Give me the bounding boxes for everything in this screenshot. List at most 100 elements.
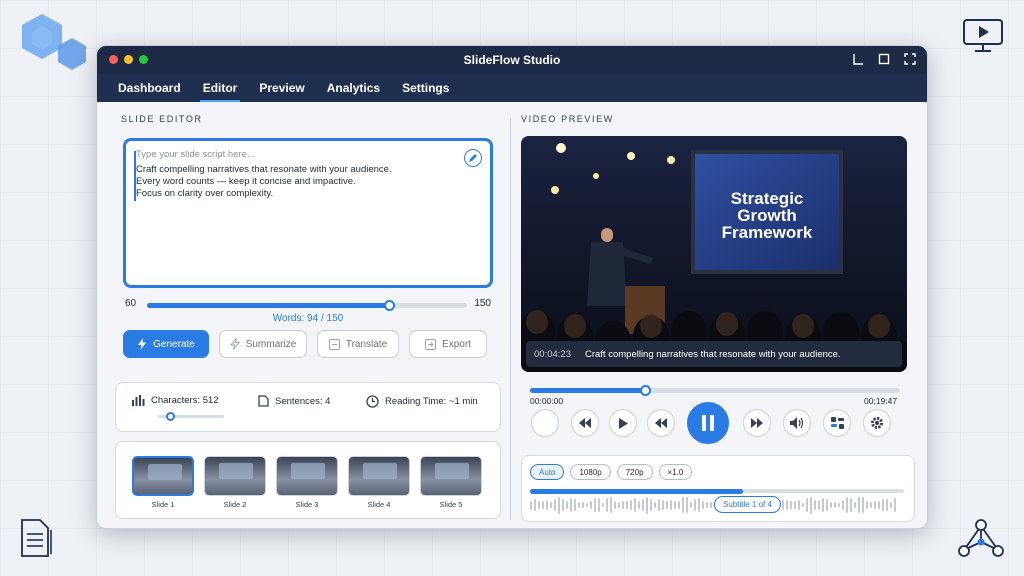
translate-button[interactable]: Translate bbox=[317, 330, 399, 358]
slider-track[interactable] bbox=[147, 300, 467, 311]
waveform-bar bbox=[602, 502, 604, 508]
waveform-bar bbox=[850, 498, 852, 512]
restore-icon[interactable] bbox=[877, 52, 891, 66]
editor-placeholder: Type your slide script here... bbox=[136, 149, 255, 160]
pause-icon[interactable] bbox=[687, 402, 729, 444]
lightning-icon bbox=[138, 338, 147, 350]
waveform-bar bbox=[870, 501, 872, 509]
minimize-icon[interactable] bbox=[851, 52, 865, 66]
main-menu: Dashboard Editor Preview Analytics Setti… bbox=[97, 74, 927, 102]
waveform-bar bbox=[698, 498, 700, 512]
waveform-bar bbox=[894, 498, 896, 512]
waveform-bar bbox=[706, 502, 708, 508]
progress-fill bbox=[530, 388, 645, 393]
summarize-button[interactable]: Summarize bbox=[219, 330, 307, 358]
title-bar: SlideFlow Studio bbox=[97, 46, 927, 74]
minimize-dot[interactable] bbox=[124, 55, 133, 64]
slide-thumbnail[interactable] bbox=[420, 456, 482, 496]
quality-panel: Auto 1080p 720p ×1.0 Subtitle 1 of 4 bbox=[521, 455, 915, 522]
editor-line: Craft compelling narratives that resonat… bbox=[136, 164, 392, 175]
waveform-bar bbox=[826, 499, 828, 511]
blank-button[interactable] bbox=[531, 409, 559, 437]
slider-fill bbox=[147, 303, 389, 308]
close-dot[interactable] bbox=[109, 55, 118, 64]
slide-label: Slide 4 bbox=[367, 500, 391, 509]
fullscreen-icon[interactable] bbox=[903, 52, 917, 66]
waveform-bar bbox=[866, 501, 868, 509]
slide-label: Slide 5 bbox=[439, 500, 463, 509]
tab-settings[interactable]: Settings bbox=[393, 74, 458, 102]
quality-chip-1080p[interactable]: 1080p bbox=[570, 464, 611, 480]
generate-button[interactable]: Generate bbox=[123, 330, 209, 358]
quality-chip-720p[interactable]: 720p bbox=[616, 464, 653, 480]
waveform-bar bbox=[886, 498, 888, 512]
text-caret bbox=[134, 151, 136, 201]
waveform-bar bbox=[626, 501, 628, 509]
speed-chip[interactable]: ×1.0 bbox=[658, 464, 693, 480]
slide-thumbnail[interactable] bbox=[276, 456, 338, 496]
layout-grid-icon[interactable] bbox=[823, 409, 851, 437]
waveform-bar bbox=[854, 502, 856, 508]
monitor-play-icon bbox=[963, 19, 1003, 52]
panel-divider bbox=[510, 118, 511, 520]
waveform-bar bbox=[782, 500, 784, 510]
waveform-bar bbox=[590, 501, 592, 509]
skip-back-icon[interactable] bbox=[647, 409, 675, 437]
characters-handle[interactable] bbox=[166, 412, 175, 421]
slide-thumbnail[interactable] bbox=[348, 456, 410, 496]
page-icon bbox=[258, 395, 269, 407]
gear-icon[interactable] bbox=[863, 409, 891, 437]
quality-chip-auto[interactable]: Auto bbox=[530, 464, 565, 480]
script-editor[interactable]: Type your slide script here... Craft com… bbox=[123, 138, 493, 288]
tab-preview[interactable]: Preview bbox=[250, 74, 313, 102]
playback-progress[interactable] bbox=[530, 385, 900, 396]
waveform-bar bbox=[570, 497, 572, 513]
waveform-bar bbox=[586, 502, 588, 508]
waveform-bar bbox=[678, 501, 680, 509]
slide-thumbnail[interactable] bbox=[132, 456, 194, 496]
waveform-bar bbox=[534, 499, 536, 511]
maximize-dot[interactable] bbox=[139, 55, 148, 64]
export-button[interactable]: Export bbox=[409, 330, 487, 358]
slider-handle[interactable] bbox=[383, 300, 395, 311]
text-stats-panel: Characters: 512 Sentences: 4 Reading Tim… bbox=[115, 382, 501, 432]
tab-dashboard[interactable]: Dashboard bbox=[109, 74, 190, 102]
tab-editor[interactable]: Editor bbox=[194, 74, 247, 102]
video-player[interactable]: Strategic Growth Framework 00:04:23 Craf… bbox=[521, 136, 907, 372]
bar-chart-icon bbox=[132, 395, 145, 406]
waveform-bar bbox=[810, 496, 812, 514]
window-traffic-lights bbox=[109, 55, 148, 64]
play-icon[interactable] bbox=[609, 409, 637, 437]
waveform-bar bbox=[710, 502, 712, 508]
fast-forward-icon[interactable] bbox=[743, 409, 771, 437]
subtitle-badge[interactable]: Subtitle 1 of 4 bbox=[714, 496, 781, 513]
tab-analytics[interactable]: Analytics bbox=[318, 74, 389, 102]
presentation-scene: Strategic Growth Framework bbox=[521, 136, 907, 372]
subtitle-track[interactable] bbox=[530, 489, 904, 494]
rewind-icon[interactable] bbox=[571, 409, 599, 437]
waveform-bar bbox=[802, 502, 804, 508]
waveform-bar bbox=[530, 500, 532, 510]
playback-controls bbox=[529, 402, 909, 444]
app-window: SlideFlow Studio Dashboard Editor Previe… bbox=[96, 45, 928, 529]
waveform-bar bbox=[702, 500, 704, 510]
waveform-bar bbox=[558, 496, 560, 514]
waveform-bar bbox=[598, 497, 600, 513]
waveform-bar bbox=[834, 502, 836, 508]
slide-thumbnail[interactable] bbox=[204, 456, 266, 496]
progress-handle[interactable] bbox=[639, 385, 651, 396]
volume-icon[interactable] bbox=[783, 409, 811, 437]
window-title: SlideFlow Studio bbox=[463, 53, 561, 67]
word-limit-slider[interactable]: 60 150 bbox=[125, 298, 491, 312]
sentences-stat: Sentences: 4 bbox=[258, 395, 330, 407]
waveform-bar bbox=[574, 498, 576, 512]
quality-chips: Auto 1080p 720p ×1.0 bbox=[530, 464, 693, 480]
export-icon bbox=[425, 338, 437, 350]
waveform-bar bbox=[622, 501, 624, 509]
pencil-icon[interactable] bbox=[464, 149, 482, 167]
characters-label: Characters: 512 bbox=[151, 395, 219, 406]
subtitle-caption: 00:04:23 Craft compelling narratives tha… bbox=[526, 341, 902, 367]
editor-line: Focus on clarity over complexity. bbox=[136, 188, 274, 199]
waveform-bar bbox=[686, 497, 688, 513]
screen-line: Framework bbox=[722, 223, 813, 242]
